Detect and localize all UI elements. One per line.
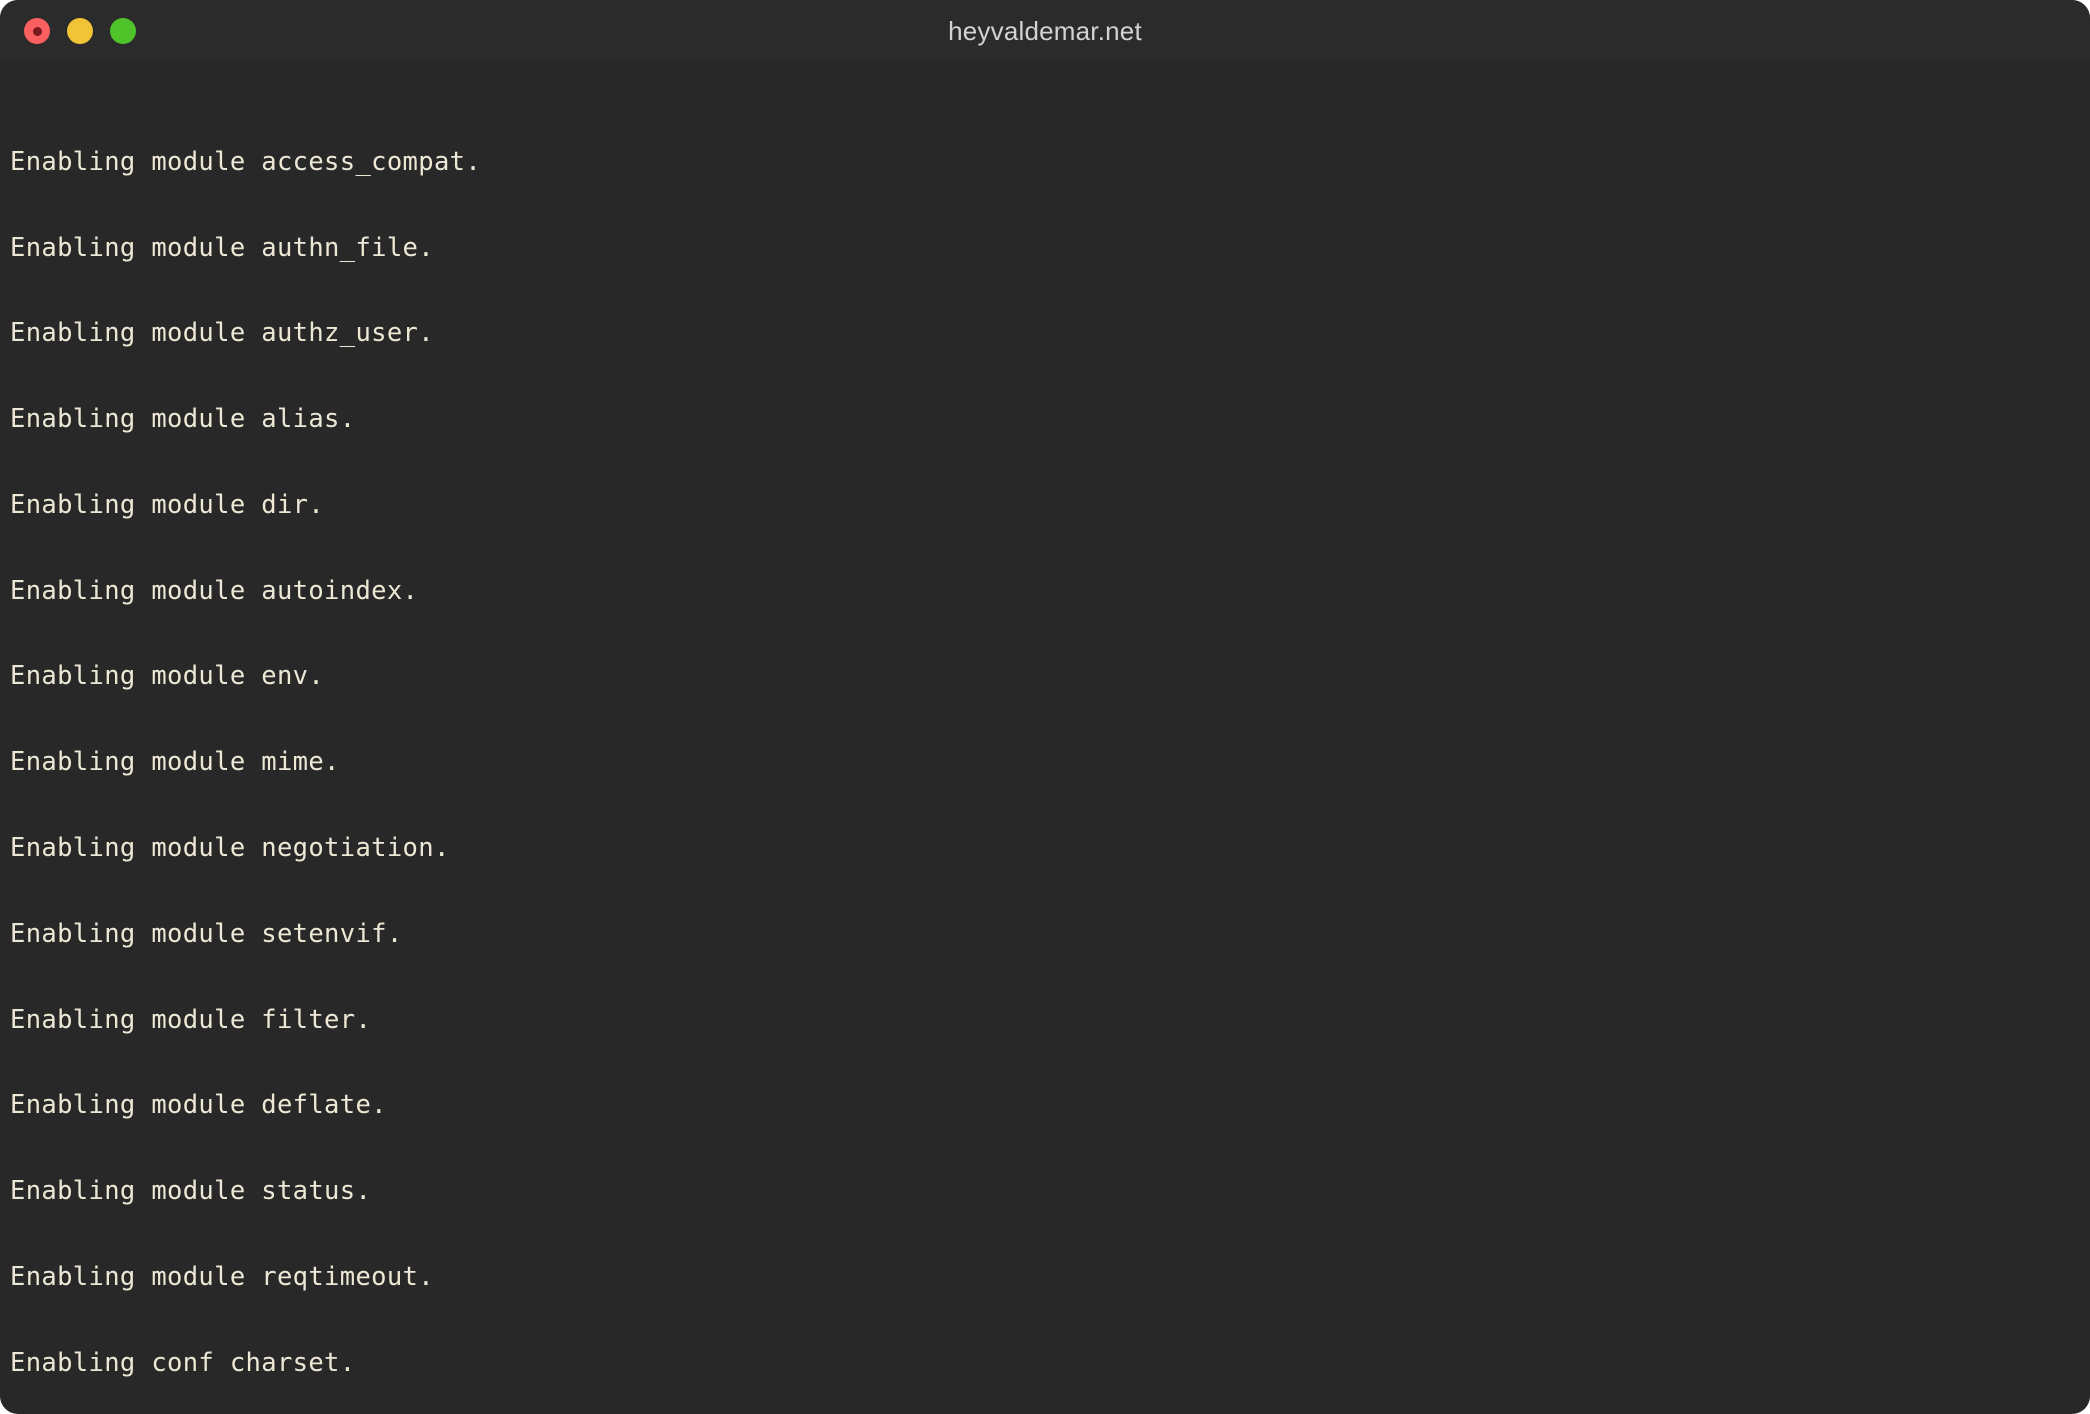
minimize-button-icon[interactable] xyxy=(67,18,93,44)
window-controls xyxy=(24,18,136,44)
window-titlebar: heyvaldemar.net xyxy=(0,0,2090,62)
terminal-line: Enabling module filter. xyxy=(10,1004,372,1035)
window-title: heyvaldemar.net xyxy=(948,16,1142,46)
close-button-icon[interactable] xyxy=(24,18,50,44)
maximize-button-icon[interactable] xyxy=(110,18,136,44)
terminal-line: Enabling module setenvif. xyxy=(10,918,403,949)
terminal-window: heyvaldemar.net Enabling module access_c… xyxy=(0,0,2090,1414)
terminal-line: Enabling conf charset. xyxy=(10,1347,356,1378)
terminal-line: Enabling module dir. xyxy=(10,489,325,520)
terminal-line: Enabling module negotiation. xyxy=(10,833,450,864)
terminal-line: Enabling module reqtimeout. xyxy=(10,1261,434,1292)
terminal-screen[interactable]: Enabling module access_compat. Enabling … xyxy=(0,62,2090,1414)
terminal-line: Enabling module status. xyxy=(10,1176,372,1207)
terminal-line: Enabling module authn_file. xyxy=(10,232,434,263)
terminal-line: Enabling module deflate. xyxy=(10,1090,387,1121)
terminal-line: Enabling module env. xyxy=(10,661,325,692)
terminal-line: Enabling module mime. xyxy=(10,747,340,778)
terminal-line: Enabling module autoindex. xyxy=(10,575,419,606)
terminal-line: Enabling module access_compat. xyxy=(10,146,482,177)
terminal-line: Enabling module authz_user. xyxy=(10,318,434,349)
terminal-line: Enabling module alias. xyxy=(10,404,356,435)
